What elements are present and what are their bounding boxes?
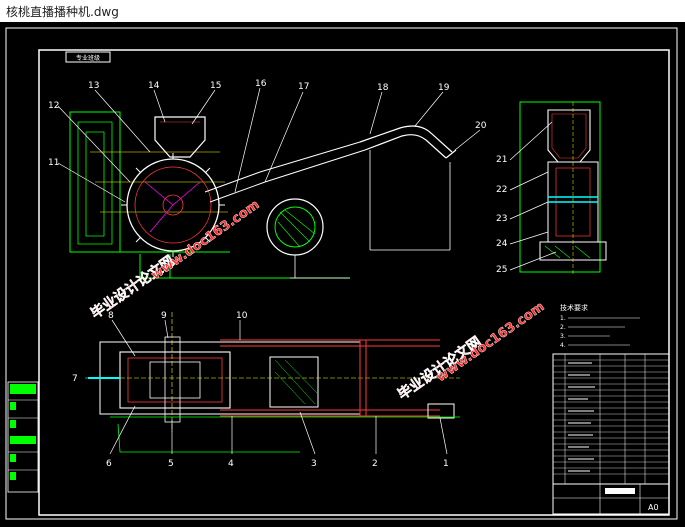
part-number-12: 12 xyxy=(48,101,59,111)
part-number-14: 14 xyxy=(148,81,160,91)
window-title: 核桃直播播种机.dwg xyxy=(6,5,119,19)
part-number-9: 9 xyxy=(161,311,167,321)
watermark-url-1: www.doc163.com xyxy=(149,197,263,283)
part-number-17: 17 xyxy=(298,82,309,92)
part-number-7: 7 xyxy=(72,374,78,384)
part-number-21: 21 xyxy=(496,155,507,165)
part-number-4: 4 xyxy=(228,459,234,469)
part-number-5: 5 xyxy=(168,459,174,469)
part-number-6: 6 xyxy=(106,459,112,469)
technical-requirements: 技术要求 1. 2. 3. 4. xyxy=(560,303,640,349)
parts-list-table: A0 xyxy=(552,353,670,515)
plan-view xyxy=(85,312,460,453)
tech-notes-title: 技术要求 xyxy=(560,303,588,312)
part-number-25: 25 xyxy=(496,265,507,275)
part-numbers-main: 13 14 15 16 17 18 19 20 12 11 xyxy=(48,79,487,168)
part-number-24: 24 xyxy=(496,239,508,249)
tech-note-3: 3. xyxy=(560,333,566,340)
part-number-11: 11 xyxy=(48,158,59,168)
tech-note-1: 1. xyxy=(560,315,566,322)
tech-note-2: 2. xyxy=(560,324,566,331)
part-number-2: 2 xyxy=(372,459,378,469)
part-number-3: 3 xyxy=(311,459,317,469)
leader-lines-side xyxy=(509,121,557,271)
window-titlebar: 核桃直播播种机.dwg xyxy=(0,0,685,23)
drawing-sheet: 专业班级 13 14 15 16 17 18 19 20 12 11 21 22… xyxy=(5,27,678,520)
stamp-label: 专业班级 xyxy=(76,54,100,62)
tech-note-4: 4. xyxy=(560,342,566,349)
left-margin-table xyxy=(7,381,39,493)
part-numbers-side: 21 22 23 24 25 xyxy=(496,155,508,275)
leader-lines-main xyxy=(57,87,481,203)
part-number-19: 19 xyxy=(438,83,450,93)
side-section-view xyxy=(519,101,607,274)
part-number-20: 20 xyxy=(475,121,487,131)
part-number-1: 1 xyxy=(443,459,449,469)
part-number-16: 16 xyxy=(255,79,267,89)
part-numbers-plan: 8 9 10 7 6 5 4 3 2 1 xyxy=(72,311,449,469)
title-block-size: A0 xyxy=(648,503,659,512)
cad-canvas[interactable]: 专业班级 13 14 15 16 17 18 19 20 12 11 21 22… xyxy=(0,22,685,523)
part-number-22: 22 xyxy=(496,185,507,195)
part-number-18: 18 xyxy=(377,83,389,93)
watermarks: 毕业设计论文网 www.doc163.com 毕业设计论文网 www.doc16… xyxy=(87,197,548,403)
watermark-url-2: www.doc163.com xyxy=(434,299,548,385)
part-number-10: 10 xyxy=(236,311,248,321)
part-number-23: 23 xyxy=(496,214,507,224)
part-number-13: 13 xyxy=(88,81,99,91)
part-number-15: 15 xyxy=(210,81,221,91)
main-elevation-view xyxy=(69,111,457,279)
